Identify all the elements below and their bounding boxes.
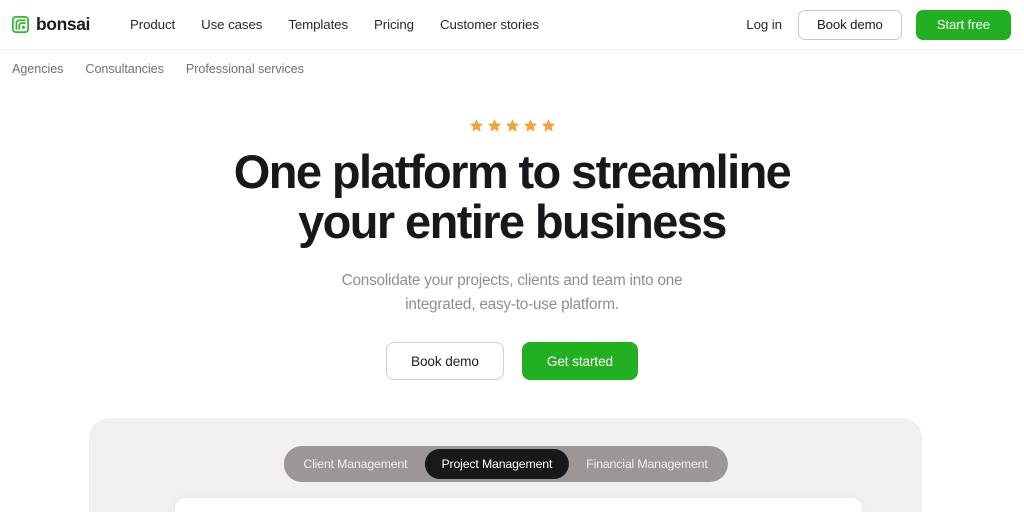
- star-icon: [487, 118, 502, 133]
- nav-item-customer-stories[interactable]: Customer stories: [440, 17, 539, 32]
- nav-item-templates[interactable]: Templates: [288, 17, 348, 32]
- primary-navigation: Product Use cases Templates Pricing Cust…: [130, 17, 539, 32]
- hero-title: One platform to streamline your entire b…: [162, 147, 862, 247]
- nav-item-product[interactable]: Product: [130, 17, 175, 32]
- nested-square-spiral-icon: [12, 16, 30, 34]
- nav-item-pricing[interactable]: Pricing: [374, 17, 414, 32]
- brand-logo-link[interactable]: bonsai: [12, 14, 90, 35]
- hero-book-demo-button[interactable]: Book demo: [385, 342, 504, 380]
- site-header: bonsai Product Use cases Templates Prici…: [0, 0, 1024, 50]
- book-demo-button[interactable]: Book demo: [797, 9, 902, 40]
- showcase-preview-card: [175, 498, 862, 512]
- hero-subtitle-line-2: integrated, easy-to-use platform.: [405, 296, 619, 313]
- login-link[interactable]: Log in: [746, 17, 784, 32]
- star-icon: [505, 118, 520, 133]
- header-actions: Log in Book demo Start free: [746, 9, 1011, 40]
- tab-project-management[interactable]: Project Management: [424, 449, 570, 479]
- hero-get-started-button[interactable]: Get started: [521, 342, 639, 380]
- start-free-button[interactable]: Start free: [915, 9, 1011, 40]
- hero-section: One platform to streamline your entire b…: [0, 87, 1024, 380]
- tab-client-management[interactable]: Client Management: [286, 449, 424, 479]
- nav-item-use-cases[interactable]: Use cases: [201, 17, 262, 32]
- subnav-item-consultancies[interactable]: Consultancies: [85, 62, 164, 76]
- rating-stars: [0, 118, 1024, 133]
- subnav-item-professional-services[interactable]: Professional services: [186, 62, 304, 76]
- hero-subtitle: Consolidate your projects, clients and t…: [312, 269, 712, 317]
- star-icon: [469, 118, 484, 133]
- product-showcase-panel: Client Management Project Management Fin…: [89, 418, 922, 512]
- hero-title-line-2: your entire business: [298, 195, 727, 248]
- hero-subtitle-line-1: Consolidate your projects, clients and t…: [341, 272, 683, 289]
- star-icon: [523, 118, 538, 133]
- showcase-tabbar: Client Management Project Management Fin…: [283, 446, 728, 482]
- hero-title-line-1: One platform to streamline: [233, 145, 792, 198]
- brand-name: bonsai: [36, 14, 90, 34]
- subnav-item-agencies[interactable]: Agencies: [12, 62, 63, 76]
- tab-financial-management[interactable]: Financial Management: [569, 449, 724, 479]
- hero-cta-group: Book demo Get started: [0, 342, 1024, 380]
- star-icon: [541, 118, 556, 133]
- secondary-navigation: Agencies Consultancies Professional serv…: [0, 50, 1024, 87]
